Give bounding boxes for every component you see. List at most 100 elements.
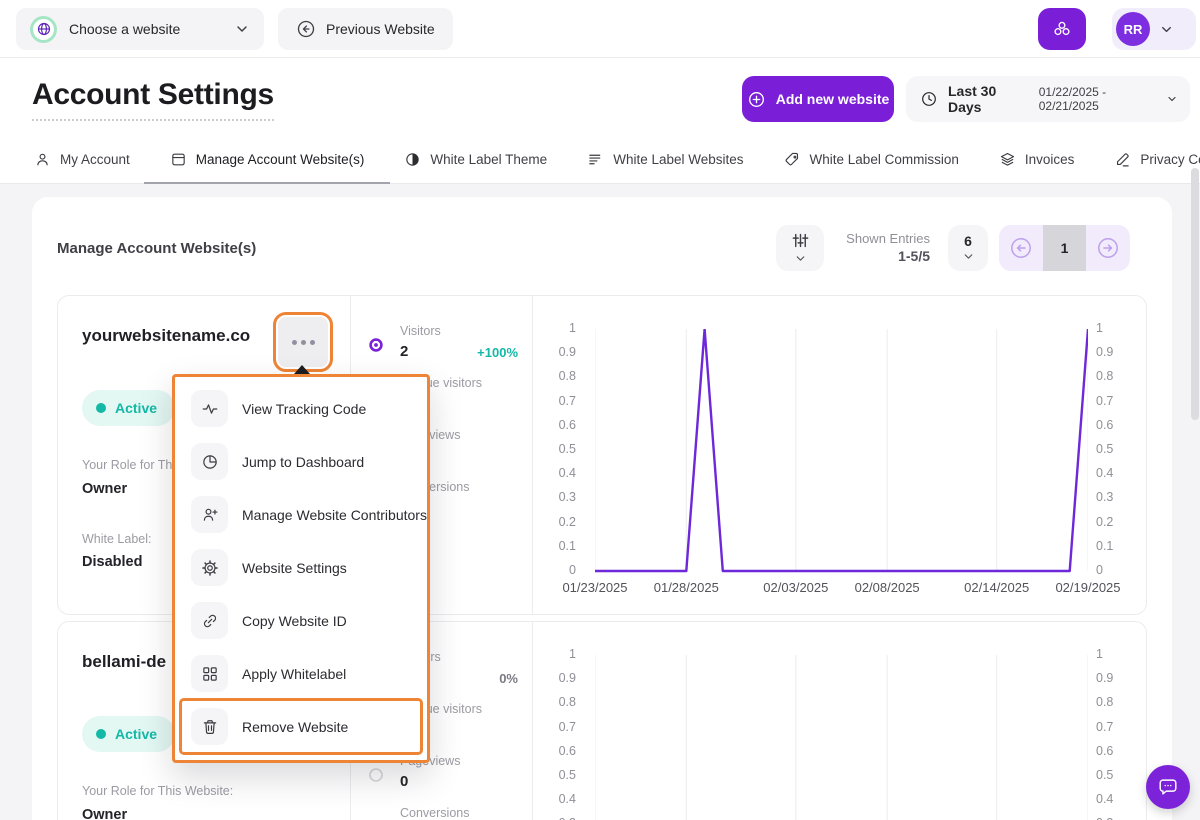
y-axis-tick-label: 0.3 xyxy=(1096,816,1140,820)
shown-entries-label: Shown Entries xyxy=(810,231,930,246)
visitors-chart: 000.10.10.20.20.30.30.40.40.50.50.60.60.… xyxy=(532,622,1148,820)
y-axis-tick-label: 0.3 xyxy=(532,490,576,504)
y-axis-tick-label: 0.4 xyxy=(1096,792,1140,806)
website-actions-button[interactable] xyxy=(278,317,328,367)
website-selector-label: Choose a website xyxy=(69,21,180,37)
x-axis-tick-label: 02/03/2025 xyxy=(750,580,842,595)
menu-item-copy-website-id[interactable]: Copy Website ID xyxy=(175,594,427,647)
tab-privacy-consents[interactable]: Privacy Consents xyxy=(1114,135,1200,183)
date-range-label: Last 30 Days xyxy=(948,83,1025,115)
y-axis-tick-label: 0.4 xyxy=(532,466,576,480)
pagination-prev-button[interactable] xyxy=(999,225,1043,271)
y-axis-tick-label: 1 xyxy=(532,321,576,335)
radio-selected-purple xyxy=(368,337,384,353)
team-button[interactable] xyxy=(1038,8,1086,50)
stat-change-visitors: +100% xyxy=(477,345,518,360)
x-axis-tick-label: 02/14/2025 xyxy=(951,580,1043,595)
y-axis-tick-label: 0.5 xyxy=(532,768,576,782)
scrollbar-thumb[interactable] xyxy=(1191,168,1199,420)
avatar: RR xyxy=(1116,12,1150,46)
y-axis-tick-label: 0.8 xyxy=(1096,369,1140,383)
grid-icon xyxy=(191,655,228,692)
menu-item-label: Remove Website xyxy=(242,719,348,735)
tab-white-label-commission[interactable]: White Label Commission xyxy=(784,135,959,183)
pagination-next-button[interactable] xyxy=(1086,225,1130,271)
add-new-website-button[interactable]: Add new website xyxy=(742,76,894,122)
chart-line-visitors xyxy=(595,329,1088,571)
x-axis-tick-label: 01/28/2025 xyxy=(640,580,732,595)
y-axis-tick-label: 0.6 xyxy=(1096,744,1140,758)
white-label-value: Disabled xyxy=(82,554,142,570)
tab-white-label-theme[interactable]: White Label Theme xyxy=(404,135,547,183)
y-axis-tick-label: 0.6 xyxy=(532,744,576,758)
tab-my-account[interactable]: My Account xyxy=(34,135,130,183)
menu-item-website-settings[interactable]: Website Settings xyxy=(175,541,427,594)
y-axis-tick-label: 0 xyxy=(1096,563,1140,577)
previous-website-button[interactable]: Previous Website xyxy=(278,8,453,50)
menu-item-manage-website-contributors[interactable]: Manage Website Contributors xyxy=(175,488,427,541)
tab-label: Privacy Consents xyxy=(1140,152,1200,167)
x-axis-tick-label: 02/08/2025 xyxy=(841,580,933,595)
pulse-icon xyxy=(191,390,228,427)
shown-entries-value: 1-5/5 xyxy=(810,248,930,264)
chevron-down-icon xyxy=(962,250,975,263)
stat-value-visitors: 2 xyxy=(400,343,408,360)
x-axis-tick-label: 01/23/2025 xyxy=(549,580,641,595)
menu-item-label: Manage Website Contributors xyxy=(242,507,427,523)
y-axis-tick-label: 1 xyxy=(1096,321,1140,335)
account-menu[interactable]: RR xyxy=(1112,8,1196,50)
stat-change-visitors: 0% xyxy=(499,671,518,686)
date-range-picker[interactable]: Last 30 Days 01/22/2025 - 02/21/2025 xyxy=(906,76,1190,122)
tab-label: White Label Commission xyxy=(810,152,959,167)
menu-item-label: View Tracking Code xyxy=(242,401,366,417)
status-dot-icon xyxy=(96,729,106,739)
section-title: Manage Account Website(s) xyxy=(57,240,256,257)
layers-icon xyxy=(999,151,1016,168)
y-axis-tick-label: 0.9 xyxy=(532,671,576,685)
page-size-select[interactable]: 6 xyxy=(948,225,988,271)
menu-item-view-tracking-code[interactable]: View Tracking Code xyxy=(175,382,427,435)
stat-value-pageviews: 0 xyxy=(400,773,408,790)
website-selector[interactable]: Choose a website xyxy=(16,8,264,50)
contrast-icon xyxy=(404,151,421,168)
y-axis-tick-label: 0.9 xyxy=(1096,345,1140,359)
tab-label: White Label Theme xyxy=(430,152,547,167)
role-value: Owner xyxy=(82,807,127,820)
radio-unselected-gray xyxy=(368,767,384,783)
menu-item-apply-whitelabel[interactable]: Apply Whitelabel xyxy=(175,647,427,700)
status-label: Active xyxy=(115,400,157,416)
tab-white-label-websites[interactable]: White Label Websites xyxy=(587,135,743,183)
y-axis-tick-label: 0.9 xyxy=(1096,671,1140,685)
tab-invoices[interactable]: Invoices xyxy=(999,135,1075,183)
y-axis-tick-label: 0.5 xyxy=(532,442,576,456)
status-badge: Active xyxy=(82,390,175,426)
y-axis-tick-label: 0.3 xyxy=(1096,490,1140,504)
chat-fab-button[interactable] xyxy=(1146,765,1190,809)
settings-tab-bar: My Account Manage Account Website(s) White… xyxy=(0,135,1200,184)
y-axis-tick-label: 0.1 xyxy=(1096,539,1140,553)
menu-item-jump-to-dashboard[interactable]: Jump to Dashboard xyxy=(175,435,427,488)
trash-icon xyxy=(191,708,228,745)
menu-item-label: Jump to Dashboard xyxy=(242,454,364,470)
chat-bubble-icon xyxy=(1157,776,1179,798)
people-group-icon xyxy=(1051,18,1073,40)
y-axis-tick-label: 0.7 xyxy=(1096,394,1140,408)
tab-manage-account-website-s[interactable]: Manage Account Website(s) xyxy=(170,135,365,183)
x-axis-tick-label: 02/19/2025 xyxy=(1042,580,1134,595)
top-bar: Choose a website Previous Website RR xyxy=(0,0,1200,58)
chevron-down-icon xyxy=(794,252,807,265)
y-axis-tick-label: 0 xyxy=(532,563,576,577)
y-axis-tick-label: 0.4 xyxy=(1096,466,1140,480)
status-dot-icon xyxy=(96,403,106,413)
y-axis-tick-label: 0.2 xyxy=(1096,515,1140,529)
tab-label: Invoices xyxy=(1025,152,1075,167)
menu-item-remove-website[interactable]: Remove Website xyxy=(181,700,421,753)
page-title: Account Settings xyxy=(32,78,274,121)
date-range-value: 01/22/2025 - 02/21/2025 xyxy=(1039,85,1156,113)
link-icon xyxy=(191,602,228,639)
menu-item-label: Website Settings xyxy=(242,560,347,576)
add-new-website-label: Add new website xyxy=(776,91,890,107)
y-axis-tick-label: 0.9 xyxy=(532,345,576,359)
chart-plot-area xyxy=(595,329,1088,577)
pagination-current-page[interactable]: 1 xyxy=(1043,225,1087,271)
